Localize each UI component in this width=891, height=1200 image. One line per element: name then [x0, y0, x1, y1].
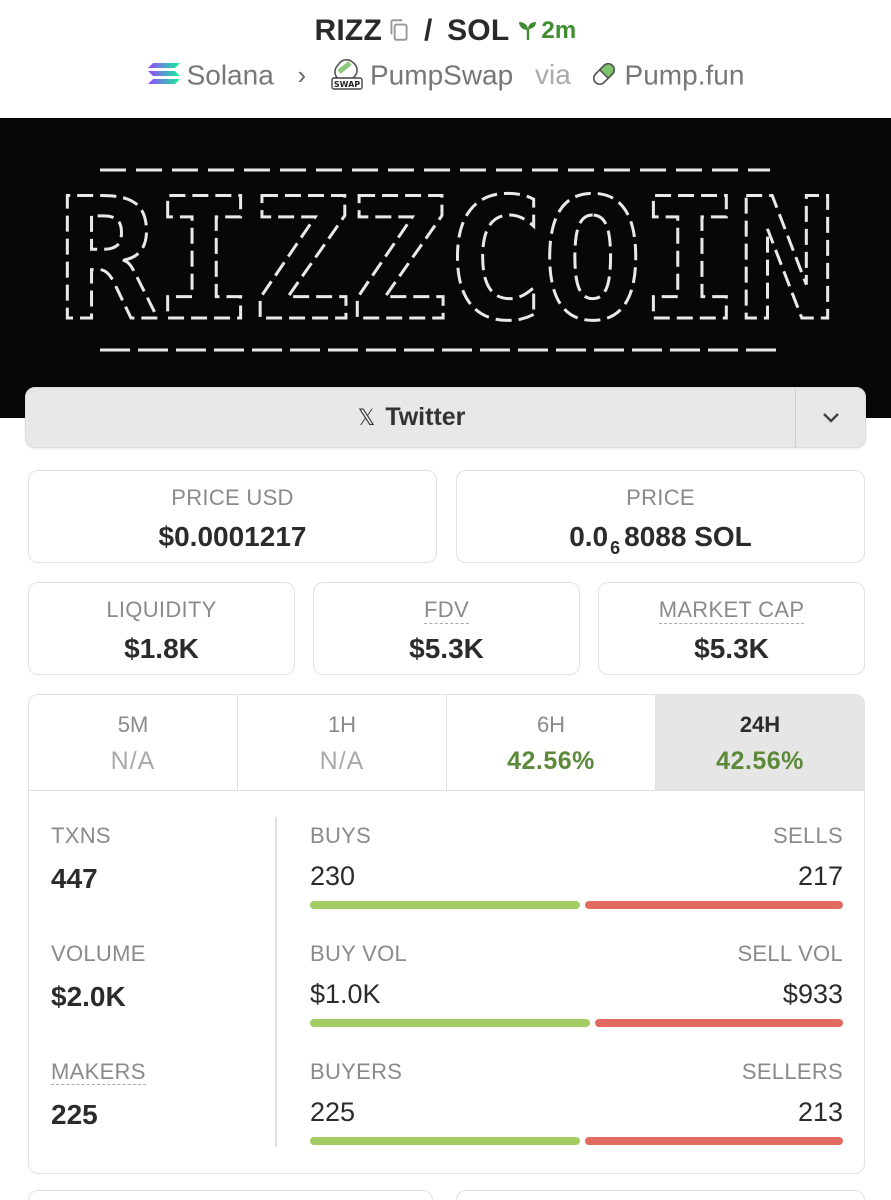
market-cap-label: MARKET CAP [658, 597, 805, 624]
fdv-label: FDV [424, 597, 469, 624]
tab-1h[interactable]: 1H N/A [238, 695, 447, 790]
launchpad-link[interactable]: Pump.fun [625, 59, 745, 90]
liquidity-label: LIQUIDITY [106, 597, 217, 622]
more-links-dropdown[interactable] [795, 388, 865, 447]
liquidity-value: $1.8K [124, 633, 199, 664]
tab-change: N/A [319, 747, 365, 775]
chevron-down-icon [822, 412, 839, 423]
tab-24h[interactable]: 24H 42.56% [656, 695, 864, 790]
volume-ratio-bar [310, 1019, 843, 1027]
sells-label: SELLS [773, 823, 843, 848]
price-native-value: 0.0 6 8088 SOL [457, 521, 864, 559]
volume-label: VOLUME [51, 941, 146, 966]
period-stats: TXNS 447 VOLUME $2.0K MAKERS 225 BUYS SE… [29, 793, 864, 1173]
buy-bar [310, 1137, 580, 1145]
sell-bar [584, 901, 843, 909]
sellers-label: SELLERS [741, 1059, 843, 1084]
stats-divider [275, 817, 277, 1147]
sellers-value: 213 [797, 1097, 843, 1127]
sell-bar [584, 1137, 843, 1145]
price-native-zero-count: 6 [610, 538, 621, 558]
txns-stat: TXNS 447 [51, 823, 111, 895]
buys-label: BUYS [310, 823, 372, 848]
swap-badge-text: SWAP [334, 80, 360, 89]
tab-label: 1H [327, 712, 357, 737]
volume-stat: VOLUME $2.0K [51, 941, 146, 1013]
price-native-prefix: 0.0 [569, 521, 609, 552]
tab-6h[interactable]: 6H 42.56% [447, 695, 656, 790]
buy-bar [310, 1019, 590, 1027]
pair-age: 2m [541, 17, 577, 44]
market-cap-card[interactable]: MARKET CAP $5.3K [598, 582, 865, 675]
pair-breadcrumb: Solana › SWAP PumpSwap via Pump.fun [0, 58, 891, 96]
pumpswap-icon[interactable]: SWAP [330, 58, 364, 90]
buyers-value: 225 [310, 1097, 356, 1127]
pair-separator: / [423, 14, 433, 47]
dex-link[interactable]: PumpSwap [370, 59, 513, 90]
next-card-left [28, 1190, 433, 1200]
sell-bar [594, 1019, 843, 1027]
token-banner: RIZZCOIN [0, 118, 891, 418]
tab-change: N/A [110, 747, 156, 775]
period-tabs: 5M N/A 1H N/A 6H 42.56% 24H 42.56% [29, 695, 864, 791]
copy-icon[interactable] [386, 17, 412, 43]
buyers-ratio-bar [310, 1137, 843, 1145]
via-label: via [534, 59, 571, 91]
buys-sells-ratio-bar [310, 901, 843, 909]
price-usd-card: PRICE USD $0.0001217 [28, 470, 437, 563]
twitter-button[interactable]: 𝕏 Twitter [26, 388, 797, 447]
banner-logo: RIZZCOIN [55, 161, 839, 360]
liquidity-card: LIQUIDITY $1.8K [28, 582, 295, 675]
next-card-right [456, 1190, 865, 1200]
tab-change: 42.56% [507, 747, 595, 775]
sell-vol-value: $933 [782, 979, 843, 1009]
chevron-right-icon: › [297, 60, 307, 91]
tab-5m[interactable]: 5M N/A [29, 695, 238, 790]
makers-stat[interactable]: MAKERS 225 [51, 1059, 146, 1131]
tab-label: 5M [117, 712, 149, 737]
market-cap-value: $5.3K [694, 633, 769, 664]
banner-title: RIZZCOIN [56, 162, 833, 358]
pill-icon[interactable] [589, 59, 619, 89]
makers-value: 225 [51, 1099, 98, 1130]
sell-vol-label: SELL VOL [737, 941, 843, 966]
twitter-label: Twitter [385, 403, 466, 431]
sprout-icon [519, 22, 537, 40]
buys-sells-row: BUYS SELLS 230 217 [310, 823, 843, 923]
period-stats-panel: 5M N/A 1H N/A 6H 42.56% 24H 42.56% TXNS … [28, 694, 865, 1174]
fdv-card[interactable]: FDV $5.3K [313, 582, 580, 675]
base-symbol: RIZZ [314, 14, 382, 47]
buyers-label: BUYERS [310, 1059, 403, 1084]
tab-label: 6H [536, 712, 566, 737]
txns-value: 447 [51, 863, 98, 894]
sells-value: 217 [797, 861, 843, 891]
chain-link[interactable]: Solana [187, 59, 274, 90]
buy-vol-label: BUY VOL [310, 941, 408, 966]
x-logo-icon: 𝕏 [357, 404, 376, 430]
solana-icon[interactable] [147, 61, 181, 87]
tab-label: 24H [739, 712, 781, 737]
volume-split-row: BUY VOL SELL VOL $1.0K $933 [310, 941, 843, 1041]
pair-title: RIZZ / SOL 2m [0, 14, 891, 48]
price-native-card: PRICE 0.0 6 8088 SOL [456, 470, 865, 563]
price-native-label: PRICE [626, 485, 695, 510]
buy-bar [310, 901, 580, 909]
makers-label: MAKERS [51, 1059, 146, 1085]
volume-value: $2.0K [51, 981, 126, 1012]
price-usd-value: $0.0001217 [158, 521, 307, 552]
buys-value: 230 [310, 861, 356, 891]
price-usd-label: PRICE USD [171, 485, 294, 510]
price-native-digits: 8088 SOL [624, 521, 752, 552]
buyers-sellers-row: BUYERS SELLERS 225 213 [310, 1059, 843, 1159]
buy-vol-value: $1.0K [310, 979, 381, 1009]
txns-label: TXNS [51, 823, 111, 848]
social-links-bar: 𝕏 Twitter [25, 387, 866, 448]
fdv-value: $5.3K [409, 633, 484, 664]
tab-change: 42.56% [716, 747, 804, 775]
quote-symbol: SOL [447, 14, 510, 47]
